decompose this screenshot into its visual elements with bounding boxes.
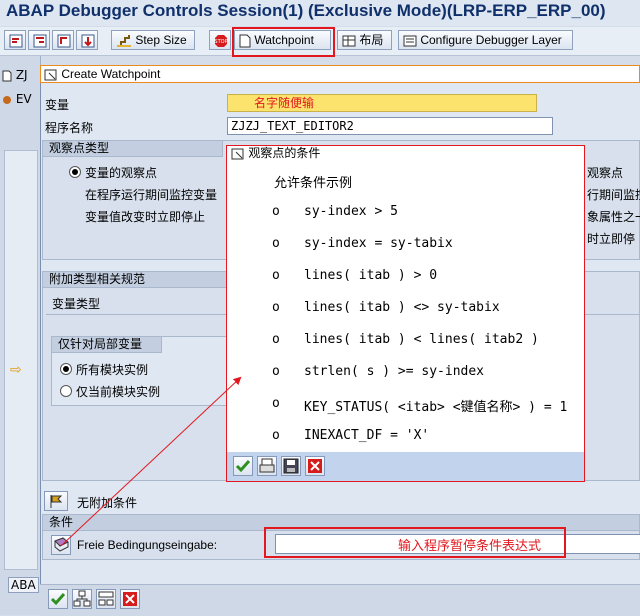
annotation-arrow bbox=[61, 376, 242, 546]
